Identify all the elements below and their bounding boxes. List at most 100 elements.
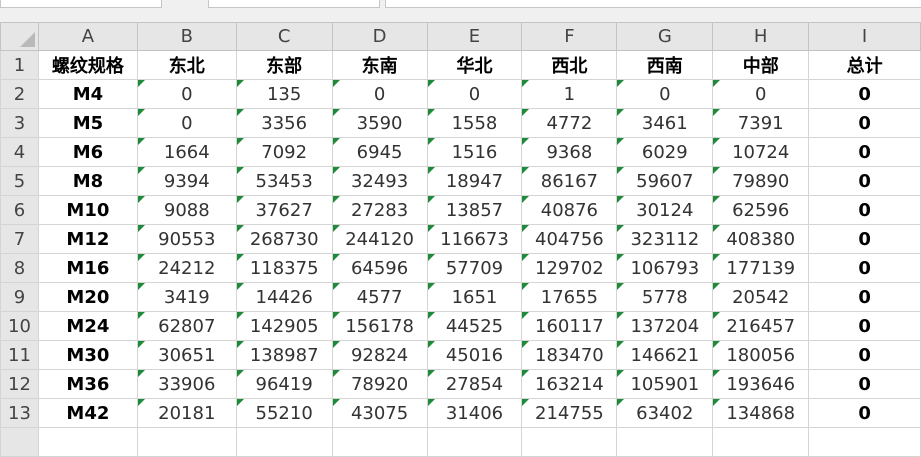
empty-cell[interactable] <box>712 427 810 457</box>
row-header[interactable]: 9 <box>0 282 39 312</box>
total-cell[interactable]: 0 <box>808 398 921 428</box>
column-header-G[interactable]: G <box>616 22 714 51</box>
data-cell[interactable]: 6029 <box>616 137 714 167</box>
data-cell[interactable]: 13857 <box>426 195 523 225</box>
data-cell[interactable]: 268730 <box>235 224 333 254</box>
data-cell[interactable]: 4577 <box>331 282 428 312</box>
data-cell[interactable]: 96419 <box>235 369 333 399</box>
data-cell[interactable]: 106793 <box>616 253 714 283</box>
total-cell[interactable]: 0 <box>808 108 921 138</box>
total-cell[interactable]: 0 <box>808 369 921 399</box>
header-cell[interactable]: 东北 <box>136 50 237 80</box>
empty-cell[interactable] <box>808 427 921 457</box>
header-cell[interactable]: 东部 <box>235 50 333 80</box>
data-cell[interactable]: 53453 <box>235 166 333 196</box>
name-box[interactable] <box>0 0 162 8</box>
row-header[interactable]: 10 <box>0 311 39 341</box>
data-cell[interactable]: 63402 <box>616 398 714 428</box>
data-cell[interactable]: 45016 <box>426 340 523 370</box>
data-cell[interactable]: 9088 <box>136 195 237 225</box>
header-cell[interactable]: 西南 <box>616 50 714 80</box>
data-cell[interactable]: 214755 <box>521 398 618 428</box>
data-cell[interactable]: 129702 <box>521 253 618 283</box>
data-cell[interactable]: 0 <box>136 108 237 138</box>
data-cell[interactable]: 57709 <box>426 253 523 283</box>
spec-cell[interactable]: M24 <box>37 311 138 341</box>
data-cell[interactable]: 44525 <box>426 311 523 341</box>
data-cell[interactable]: 135 <box>235 79 333 109</box>
data-cell[interactable]: 64596 <box>331 253 428 283</box>
data-cell[interactable]: 244120 <box>331 224 428 254</box>
data-cell[interactable]: 116673 <box>426 224 523 254</box>
header-cell[interactable]: 西北 <box>521 50 618 80</box>
data-cell[interactable]: 142905 <box>235 311 333 341</box>
data-cell[interactable]: 33906 <box>136 369 237 399</box>
header-cell[interactable]: 华北 <box>426 50 523 80</box>
spec-cell[interactable]: M36 <box>37 369 138 399</box>
header-cell[interactable]: 中部 <box>712 50 810 80</box>
data-cell[interactable]: 156178 <box>331 311 428 341</box>
row-header[interactable]: 7 <box>0 224 39 254</box>
spec-cell[interactable]: M12 <box>37 224 138 254</box>
header-cell[interactable]: 东南 <box>331 50 428 80</box>
data-cell[interactable]: 20542 <box>712 282 810 312</box>
spec-cell[interactable]: M6 <box>37 137 138 167</box>
header-cell[interactable]: 总计 <box>808 50 921 80</box>
data-cell[interactable]: 30124 <box>616 195 714 225</box>
data-cell[interactable]: 20181 <box>136 398 237 428</box>
data-cell[interactable]: 62807 <box>136 311 237 341</box>
data-cell[interactable]: 30651 <box>136 340 237 370</box>
data-cell[interactable]: 59607 <box>616 166 714 196</box>
data-cell[interactable]: 90553 <box>136 224 237 254</box>
data-cell[interactable]: 24212 <box>136 253 237 283</box>
data-cell[interactable]: 55210 <box>235 398 333 428</box>
data-cell[interactable]: 10724 <box>712 137 810 167</box>
spec-cell[interactable]: M42 <box>37 398 138 428</box>
data-cell[interactable]: 3590 <box>331 108 428 138</box>
row-header[interactable]: 4 <box>0 137 39 167</box>
formula-controls[interactable] <box>208 0 380 8</box>
data-cell[interactable]: 62596 <box>712 195 810 225</box>
row-header[interactable]: 1 <box>0 50 39 80</box>
data-cell[interactable]: 0 <box>136 79 237 109</box>
data-cell[interactable]: 323112 <box>616 224 714 254</box>
total-cell[interactable]: 0 <box>808 137 921 167</box>
total-cell[interactable]: 0 <box>808 282 921 312</box>
empty-cell[interactable] <box>616 427 714 457</box>
column-header-F[interactable]: F <box>521 22 618 51</box>
spec-cell[interactable]: M8 <box>37 166 138 196</box>
data-cell[interactable]: 4772 <box>521 108 618 138</box>
total-cell[interactable]: 0 <box>808 79 921 109</box>
row-header[interactable]: 8 <box>0 253 39 283</box>
data-cell[interactable]: 79890 <box>712 166 810 196</box>
data-cell[interactable]: 78920 <box>331 369 428 399</box>
total-cell[interactable]: 0 <box>808 224 921 254</box>
total-cell[interactable]: 0 <box>808 195 921 225</box>
row-header[interactable]: 3 <box>0 108 39 138</box>
row-header[interactable]: 11 <box>0 340 39 370</box>
empty-cell[interactable] <box>235 427 333 457</box>
data-cell[interactable]: 3356 <box>235 108 333 138</box>
data-cell[interactable]: 40876 <box>521 195 618 225</box>
data-cell[interactable]: 7391 <box>712 108 810 138</box>
data-cell[interactable]: 118375 <box>235 253 333 283</box>
row-header[interactable]: 5 <box>0 166 39 196</box>
data-cell[interactable]: 0 <box>331 79 428 109</box>
empty-cell[interactable] <box>331 427 428 457</box>
column-header-C[interactable]: C <box>235 22 333 51</box>
data-cell[interactable]: 27854 <box>426 369 523 399</box>
data-cell[interactable]: 177139 <box>712 253 810 283</box>
spec-cell[interactable]: M16 <box>37 253 138 283</box>
empty-cell[interactable] <box>136 427 237 457</box>
spec-cell[interactable]: M30 <box>37 340 138 370</box>
data-cell[interactable]: 408380 <box>712 224 810 254</box>
column-header-A[interactable]: A <box>37 22 138 51</box>
data-cell[interactable]: 137204 <box>616 311 714 341</box>
column-header-I[interactable]: I <box>808 22 921 51</box>
data-cell[interactable]: 37627 <box>235 195 333 225</box>
data-cell[interactable]: 1516 <box>426 137 523 167</box>
column-header-E[interactable]: E <box>426 22 523 51</box>
column-header-D[interactable]: D <box>331 22 428 51</box>
select-all-corner[interactable] <box>0 22 39 51</box>
spec-cell[interactable]: M20 <box>37 282 138 312</box>
